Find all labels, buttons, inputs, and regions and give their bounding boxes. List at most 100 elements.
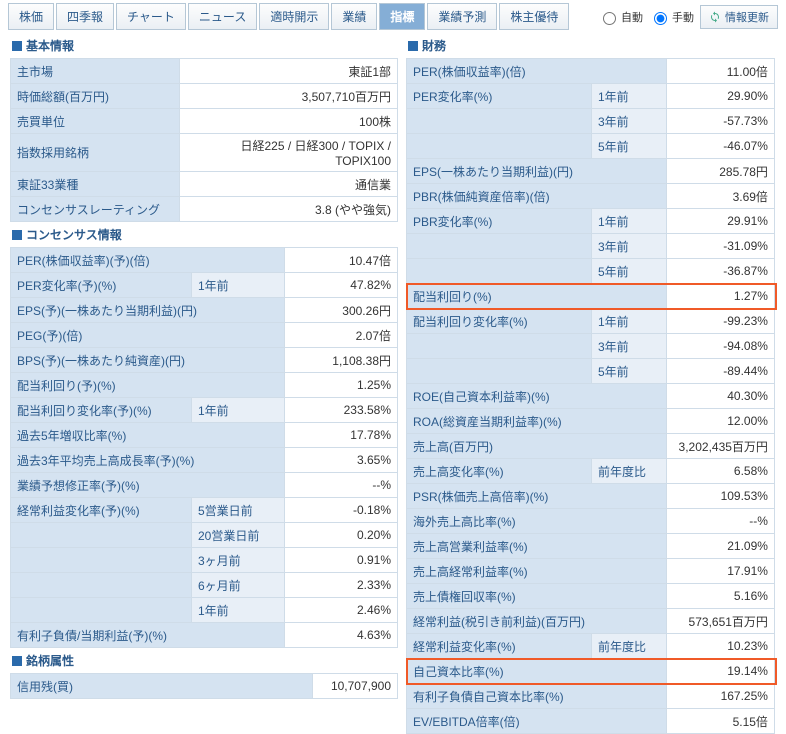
table-row: 経常利益変化率(%)前年度比10.23% bbox=[407, 634, 776, 659]
row-label: 売上高営業利益率(%) bbox=[407, 534, 667, 559]
tab-1[interactable]: 四季報 bbox=[56, 3, 114, 30]
table-row: 売上高経常利益率(%)17.91% bbox=[407, 559, 776, 584]
row-label: EV/EBITDA倍率(倍) bbox=[407, 709, 667, 734]
table-row: EPS(予)(一株あたり当期利益)(円)300.26円 bbox=[11, 298, 398, 323]
table-row: 過去3年平均売上高成長率(予)(%)3.65% bbox=[11, 448, 398, 473]
row-value: 29.90% bbox=[667, 84, 775, 109]
row-value: -89.44% bbox=[667, 359, 775, 384]
row-value: 17.91% bbox=[667, 559, 775, 584]
tab-7[interactable]: 業績予測 bbox=[427, 3, 497, 30]
table-row: 3年前-57.73% bbox=[407, 109, 776, 134]
row-value: 10.47倍 bbox=[285, 248, 398, 273]
table-row: 有利子負債自己資本比率(%)167.25% bbox=[407, 684, 776, 709]
row-sublabel: 5営業日前 bbox=[192, 498, 285, 523]
row-label: 配当利回り(予)(%) bbox=[11, 373, 285, 398]
table-attr: 信用残(買)10,707,900 bbox=[10, 673, 398, 699]
row-label: 主市場 bbox=[11, 59, 180, 84]
table-row: 有利子負債/当期利益(予)(%)4.63% bbox=[11, 623, 398, 648]
row-value: -57.73% bbox=[667, 109, 775, 134]
table-row: 指数採用銘柄日経225 / 日経300 / TOPIX / TOPIX100 bbox=[11, 134, 398, 172]
table-row: 5年前-46.07% bbox=[407, 134, 776, 159]
row-label: 海外売上高比率(%) bbox=[407, 509, 667, 534]
table-row: ROE(自己資本利益率)(%)40.30% bbox=[407, 384, 776, 409]
row-value: --% bbox=[667, 509, 775, 534]
row-value: 日経225 / 日経300 / TOPIX / TOPIX100 bbox=[179, 134, 397, 172]
update-button[interactable]: 情報更新 bbox=[700, 5, 778, 29]
table-row: 東証33業種通信業 bbox=[11, 172, 398, 197]
section-basic: 基本情報 bbox=[10, 33, 398, 58]
row-value: 1.27% bbox=[667, 284, 775, 309]
row-label: 売上高変化率(%) bbox=[407, 459, 592, 484]
row-value: 2.46% bbox=[285, 598, 398, 623]
table-row: PEG(予)(倍)2.07倍 bbox=[11, 323, 398, 348]
table-row: コンセンサスレーティング3.8 (やや強気) bbox=[11, 197, 398, 222]
row-sublabel: 1年前 bbox=[192, 273, 285, 298]
row-value: 300.26円 bbox=[285, 298, 398, 323]
row-sublabel: 5年前 bbox=[592, 259, 667, 284]
row-sublabel: 3ヶ月前 bbox=[192, 548, 285, 573]
row-value: 通信業 bbox=[179, 172, 397, 197]
row-label: コンセンサスレーティング bbox=[11, 197, 180, 222]
table-row: 時価総額(百万円)3,507,710百万円 bbox=[11, 84, 398, 109]
row-value: 10,707,900 bbox=[313, 674, 398, 699]
tab-6[interactable]: 指標 bbox=[379, 3, 425, 30]
table-row: BPS(予)(一株あたり純資産)(円)1,108.38円 bbox=[11, 348, 398, 373]
table-row: 配当利回り変化率(%)1年前-99.23% bbox=[407, 309, 776, 334]
table-row: 売買単位100株 bbox=[11, 109, 398, 134]
row-sublabel: 20営業日前 bbox=[192, 523, 285, 548]
row-label bbox=[407, 259, 592, 284]
section-attr: 銘柄属性 bbox=[10, 648, 398, 673]
row-value: 3,507,710百万円 bbox=[179, 84, 397, 109]
row-value: 233.58% bbox=[285, 398, 398, 423]
row-label: 経常利益(税引き前利益)(百万円) bbox=[407, 609, 667, 634]
table-row: EPS(一株あたり当期利益)(円)285.78円 bbox=[407, 159, 776, 184]
table-row: PBR変化率(%)1年前29.91% bbox=[407, 209, 776, 234]
tab-5[interactable]: 業績 bbox=[331, 3, 377, 30]
row-sublabel: 5年前 bbox=[592, 359, 667, 384]
row-value: 0.91% bbox=[285, 548, 398, 573]
row-value: 6.58% bbox=[667, 459, 775, 484]
table-row: 3年前-31.09% bbox=[407, 234, 776, 259]
row-label bbox=[11, 573, 192, 598]
table-row: 売上債権回収率(%)5.16% bbox=[407, 584, 776, 609]
row-label bbox=[407, 134, 592, 159]
tab-2[interactable]: チャート bbox=[116, 3, 186, 30]
row-value: 21.09% bbox=[667, 534, 775, 559]
row-sublabel: 6ヶ月前 bbox=[192, 573, 285, 598]
row-label bbox=[407, 109, 592, 134]
row-label: EPS(一株あたり当期利益)(円) bbox=[407, 159, 667, 184]
table-row: 海外売上高比率(%)--% bbox=[407, 509, 776, 534]
row-value: 3.65% bbox=[285, 448, 398, 473]
row-label: 有利子負債/当期利益(予)(%) bbox=[11, 623, 285, 648]
tab-3[interactable]: ニュース bbox=[188, 3, 257, 30]
manual-radio[interactable]: 手動 bbox=[649, 9, 694, 25]
row-label: 時価総額(百万円) bbox=[11, 84, 180, 109]
row-value: 1.25% bbox=[285, 373, 398, 398]
table-row: 配当利回り(予)(%)1.25% bbox=[11, 373, 398, 398]
tab-4[interactable]: 適時開示 bbox=[259, 3, 329, 30]
table-row: 5年前-89.44% bbox=[407, 359, 776, 384]
row-value: 47.82% bbox=[285, 273, 398, 298]
table-basic: 主市場東証1部時価総額(百万円)3,507,710百万円売買単位100株指数採用… bbox=[10, 58, 398, 222]
table-row: PBR(株価純資産倍率)(倍)3.69倍 bbox=[407, 184, 776, 209]
row-sublabel: 1年前 bbox=[592, 84, 667, 109]
row-value: 19.14% bbox=[667, 659, 775, 684]
row-label: BPS(予)(一株あたり純資産)(円) bbox=[11, 348, 285, 373]
table-row: 6ヶ月前2.33% bbox=[11, 573, 398, 598]
table-row: 信用残(買)10,707,900 bbox=[11, 674, 398, 699]
row-value: --% bbox=[285, 473, 398, 498]
row-label: PER変化率(%) bbox=[407, 84, 592, 109]
table-row: ROA(総資産当期利益率)(%)12.00% bbox=[407, 409, 776, 434]
row-label: 経常利益変化率(予)(%) bbox=[11, 498, 192, 523]
row-label bbox=[407, 334, 592, 359]
tab-0[interactable]: 株価 bbox=[8, 3, 54, 30]
auto-radio[interactable]: 自動 bbox=[598, 9, 643, 25]
row-label: PEG(予)(倍) bbox=[11, 323, 285, 348]
row-label: PBR変化率(%) bbox=[407, 209, 592, 234]
table-consensus: PER(株価収益率)(予)(倍)10.47倍PER変化率(予)(%)1年前47.… bbox=[10, 247, 398, 648]
row-label: PER(株価収益率)(予)(倍) bbox=[11, 248, 285, 273]
row-value: 3.8 (やや強気) bbox=[179, 197, 397, 222]
row-label: 売上債権回収率(%) bbox=[407, 584, 667, 609]
table-row: 主市場東証1部 bbox=[11, 59, 398, 84]
tab-8[interactable]: 株主優待 bbox=[499, 3, 569, 30]
